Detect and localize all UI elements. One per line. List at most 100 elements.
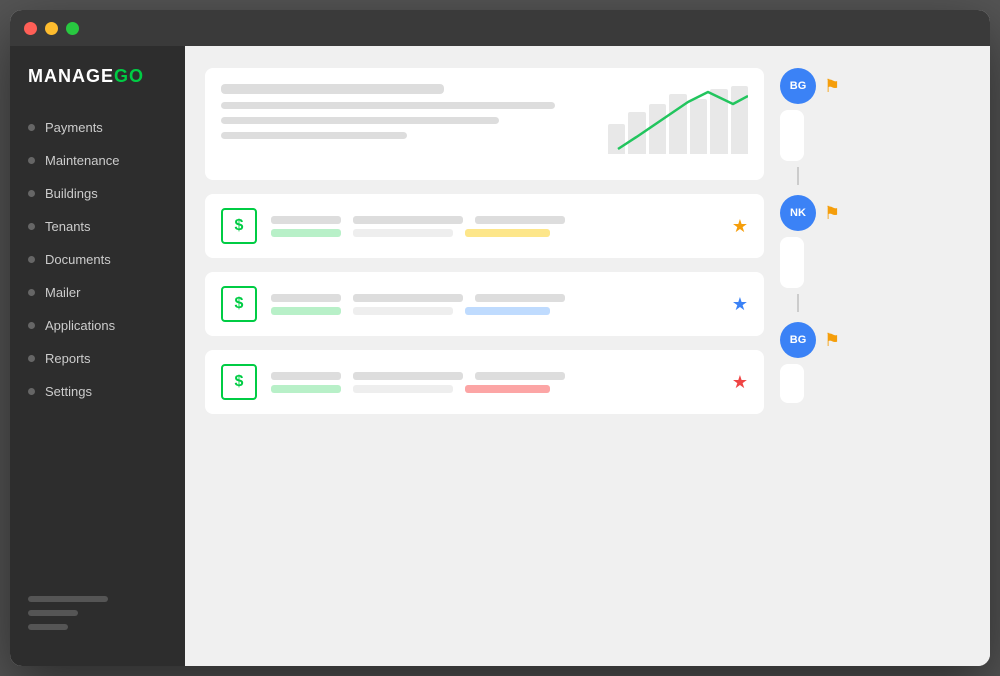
line-chart-svg bbox=[608, 84, 748, 164]
nav-dot bbox=[28, 289, 35, 296]
nav-label-buildings: Buildings bbox=[45, 186, 98, 201]
list-meta-bar-3 bbox=[475, 372, 565, 380]
list-row-top-2 bbox=[271, 294, 718, 302]
chart-bar-4 bbox=[221, 132, 407, 139]
nav-dot bbox=[28, 388, 35, 395]
nav-dot bbox=[28, 190, 35, 197]
app-container: MANAGEGO Payments Maintenance Buildings … bbox=[10, 46, 990, 666]
sidebar-item-payments[interactable]: Payments bbox=[10, 111, 185, 144]
list-status-bar-3 bbox=[271, 385, 341, 393]
list-sub-bar-1a bbox=[353, 229, 453, 237]
sidebar-item-settings[interactable]: Settings bbox=[10, 375, 185, 408]
list-card-3: $ ★ bbox=[205, 350, 764, 414]
flag-icon-3: ⚑ bbox=[824, 330, 840, 351]
list-sub-bar-3b bbox=[465, 385, 550, 393]
sidebar-bottom bbox=[10, 580, 185, 646]
timeline-header-3: BG ⚑ bbox=[780, 322, 840, 358]
sidebar-item-documents[interactable]: Documents bbox=[10, 243, 185, 276]
sidebar-item-maintenance[interactable]: Maintenance bbox=[10, 144, 185, 177]
logo: MANAGEGO bbox=[10, 66, 185, 111]
timeline-line-1 bbox=[797, 167, 799, 185]
sidebar-item-mailer[interactable]: Mailer bbox=[10, 276, 185, 309]
nav-label-applications: Applications bbox=[45, 318, 115, 333]
chart-bar-2 bbox=[221, 102, 555, 109]
titlebar bbox=[10, 10, 990, 46]
sidebar-item-applications[interactable]: Applications bbox=[10, 309, 185, 342]
list-row-bottom-3 bbox=[271, 385, 718, 393]
nav-dot bbox=[28, 223, 35, 230]
logo-go: GO bbox=[114, 66, 144, 86]
nav-dot bbox=[28, 157, 35, 164]
maximize-button[interactable] bbox=[66, 22, 79, 35]
timeline-item-1: BG ⚑ bbox=[780, 68, 970, 185]
main-content: $ ★ bbox=[185, 46, 990, 666]
list-sub-bar-2a bbox=[353, 307, 453, 315]
nav-label-payments: Payments bbox=[45, 120, 103, 135]
dollar-icon-3: $ bbox=[221, 364, 257, 400]
nav-label-tenants: Tenants bbox=[45, 219, 91, 234]
list-sub-bar-2b bbox=[465, 307, 550, 315]
list-title-bar-2 bbox=[271, 294, 341, 302]
list-status-bar-2 bbox=[271, 307, 341, 315]
right-panel: BG ⚑ NK ⚑ bbox=[780, 68, 970, 644]
list-meta-bar-2 bbox=[475, 294, 565, 302]
star-icon-3: ★ bbox=[732, 372, 748, 393]
list-row-top-3 bbox=[271, 372, 718, 380]
avatar-bg-2: BG bbox=[780, 322, 816, 358]
minimize-button[interactable] bbox=[45, 22, 58, 35]
timeline-item-2: NK ⚑ bbox=[780, 195, 970, 312]
list-sub-bar-1b bbox=[465, 229, 550, 237]
sidebar-item-reports[interactable]: Reports bbox=[10, 342, 185, 375]
chart-card bbox=[205, 68, 764, 180]
sidebar-bar-2 bbox=[28, 610, 78, 616]
list-desc-bar-2 bbox=[353, 294, 463, 302]
list-desc-bar-3 bbox=[353, 372, 463, 380]
flag-icon-2: ⚑ bbox=[824, 203, 840, 224]
dollar-icon-1: $ bbox=[221, 208, 257, 244]
dollar-icon-2: $ bbox=[221, 286, 257, 322]
right-card-3 bbox=[780, 364, 804, 403]
nav-label-reports: Reports bbox=[45, 351, 91, 366]
close-button[interactable] bbox=[24, 22, 37, 35]
list-title-bar-3 bbox=[271, 372, 341, 380]
avatar-nk: NK bbox=[780, 195, 816, 231]
star-icon-1: ★ bbox=[732, 216, 748, 237]
list-status-bar-1 bbox=[271, 229, 341, 237]
timeline-line-2 bbox=[797, 294, 799, 312]
nav-label-mailer: Mailer bbox=[45, 285, 80, 300]
chart-bar-1 bbox=[221, 84, 444, 94]
list-row-top-1 bbox=[271, 216, 718, 224]
timeline-header-2: NK ⚑ bbox=[780, 195, 840, 231]
list-card-2: $ ★ bbox=[205, 272, 764, 336]
timeline-header-1: BG ⚑ bbox=[780, 68, 840, 104]
nav-label-settings: Settings bbox=[45, 384, 92, 399]
nav-dot bbox=[28, 355, 35, 362]
list-desc-bar-1 bbox=[353, 216, 463, 224]
list-sub-bar-3a bbox=[353, 385, 453, 393]
list-title-bar-1 bbox=[271, 216, 341, 224]
app-window: MANAGEGO Payments Maintenance Buildings … bbox=[10, 10, 990, 666]
chart-bar-3 bbox=[221, 117, 499, 124]
nav-dot bbox=[28, 256, 35, 263]
sidebar-item-tenants[interactable]: Tenants bbox=[10, 210, 185, 243]
list-card-content-1 bbox=[271, 216, 718, 237]
right-card-1 bbox=[780, 110, 804, 161]
nav-dot bbox=[28, 322, 35, 329]
nav-label-documents: Documents bbox=[45, 252, 111, 267]
flag-icon-1: ⚑ bbox=[824, 76, 840, 97]
sidebar-bar-3 bbox=[28, 624, 68, 630]
sidebar-item-buildings[interactable]: Buildings bbox=[10, 177, 185, 210]
list-card-content-2 bbox=[271, 294, 718, 315]
nav-dot bbox=[28, 124, 35, 131]
logo-manage: MANAGE bbox=[28, 66, 114, 86]
chart-text bbox=[221, 84, 592, 139]
timeline-item-3: BG ⚑ bbox=[780, 322, 970, 403]
chart-area bbox=[608, 84, 748, 164]
list-row-bottom-2 bbox=[271, 307, 718, 315]
sidebar-bar-1 bbox=[28, 596, 108, 602]
nav-label-maintenance: Maintenance bbox=[45, 153, 119, 168]
list-meta-bar-1 bbox=[475, 216, 565, 224]
avatar-bg-1: BG bbox=[780, 68, 816, 104]
list-row-bottom-1 bbox=[271, 229, 718, 237]
sidebar: MANAGEGO Payments Maintenance Buildings … bbox=[10, 46, 185, 666]
